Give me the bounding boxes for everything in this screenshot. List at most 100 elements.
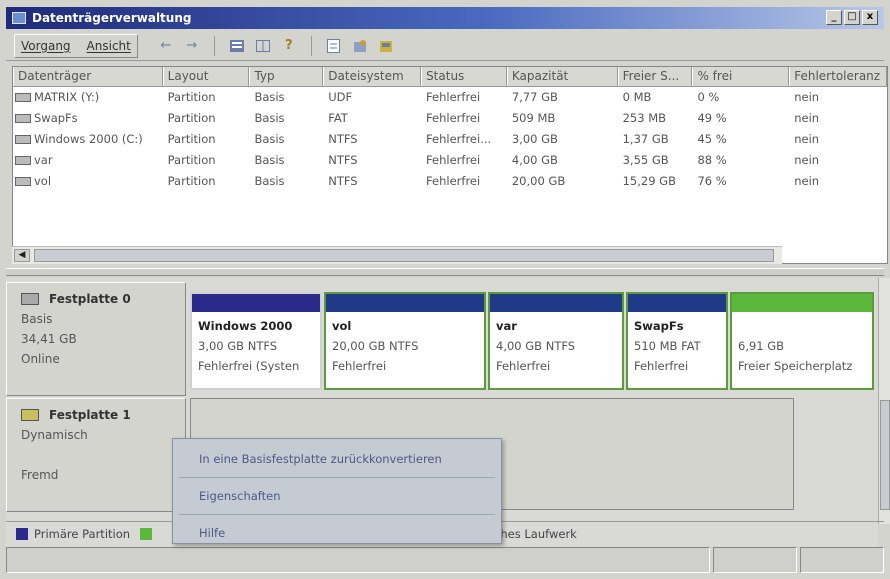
primary-partition-swatch bbox=[16, 527, 28, 540]
col-header[interactable]: Datenträger bbox=[13, 67, 163, 86]
volume-color-bar bbox=[732, 294, 872, 312]
status-bar bbox=[6, 547, 884, 575]
cell-text: 3,00 GB bbox=[511, 132, 558, 146]
disk1-name: Festplatte 1 bbox=[49, 408, 131, 422]
drive-icon bbox=[15, 177, 31, 186]
settings-icon[interactable] bbox=[352, 39, 368, 53]
properties-icon[interactable] bbox=[326, 38, 342, 53]
table-cell: SwapFs bbox=[13, 108, 163, 129]
col-header[interactable]: Status bbox=[421, 67, 507, 86]
table-cell: 3,00 GB bbox=[507, 129, 618, 150]
table-cell: NTFS bbox=[323, 129, 421, 150]
volume-size: 6,91 GB bbox=[738, 339, 785, 353]
volume-status: Fehlerfrei bbox=[496, 359, 551, 373]
legend-primary: Primäre Partition bbox=[34, 526, 131, 541]
cell-text: MATRIX (Y:) bbox=[34, 90, 100, 104]
disk0-name: Festplatte 0 bbox=[49, 292, 131, 306]
window-title: Datenträgerverwaltung bbox=[32, 11, 192, 25]
table-cell: Basis bbox=[249, 129, 323, 150]
table-row[interactable]: Windows 2000 (C:) Partition Basis NTFS Fehle… bbox=[13, 129, 887, 150]
disk1-state: Fremd bbox=[21, 468, 59, 482]
table-cell: var bbox=[13, 150, 163, 171]
view-list-icon[interactable] bbox=[229, 39, 245, 53]
help-icon[interactable]: ? bbox=[281, 38, 297, 53]
table-row[interactable]: SwapFs Partition Basis FAT Fehlerfrei 509 MB 2… bbox=[13, 108, 887, 129]
close-button[interactable]: x bbox=[862, 10, 878, 25]
cell-text: SwapFs bbox=[34, 111, 78, 125]
maximize-button[interactable]: □ bbox=[844, 10, 860, 25]
context-menu: In eine Basisfestplatte zurückkonvertier… bbox=[172, 438, 502, 544]
menu-ansicht[interactable]: Ansicht bbox=[87, 39, 131, 53]
col-header[interactable]: Dateisystem bbox=[323, 67, 422, 86]
status-pane bbox=[800, 547, 884, 573]
cell-text: NTFS bbox=[328, 132, 358, 146]
cell-text: Partition bbox=[167, 90, 216, 104]
disk0-header[interactable]: Festplatte 0 Basis 34,41 GB Online bbox=[6, 282, 186, 396]
cell-text: Fehlerfrei bbox=[426, 90, 481, 104]
window-controls: _ □ x bbox=[826, 10, 878, 25]
cell-text: 3,55 GB bbox=[622, 153, 669, 167]
col-header[interactable]: Fehlertoleranz bbox=[789, 67, 887, 86]
cell-text: NTFS bbox=[328, 174, 358, 188]
col-header[interactable]: % frei bbox=[692, 67, 790, 86]
table-cell: 15,29 GB bbox=[618, 171, 693, 192]
back-arrow-icon[interactable]: ← bbox=[158, 38, 174, 53]
menu-item-convert-basic[interactable]: In eine Basisfestplatte zurückkonvertier… bbox=[173, 445, 501, 473]
horizontal-scrollbar[interactable]: ◀ bbox=[12, 246, 782, 264]
volume-list: Datenträger Layout Typ Dateisystem Statu… bbox=[12, 66, 888, 264]
col-header[interactable]: Typ bbox=[249, 67, 324, 86]
drive-icon bbox=[15, 156, 31, 165]
forward-arrow-icon[interactable]: → bbox=[184, 38, 200, 53]
disk1-header[interactable]: Festplatte 1 Dynamisch Fremd bbox=[6, 398, 186, 512]
table-body: MATRIX (Y:) Partition Basis UDF Fehlerfrei 7,… bbox=[13, 87, 887, 192]
table-cell: 3,55 GB bbox=[618, 150, 693, 171]
table-cell: 88 % bbox=[692, 150, 789, 171]
table-row[interactable]: vol Partition Basis NTFS Fehlerfrei 20,00 GB 1… bbox=[13, 171, 887, 192]
table-row[interactable]: MATRIX (Y:) Partition Basis UDF Fehlerfrei 7,… bbox=[13, 87, 887, 108]
cell-text: Basis bbox=[254, 153, 285, 167]
table-cell: 7,77 GB bbox=[507, 87, 618, 108]
minimize-button[interactable]: _ bbox=[826, 10, 842, 25]
volume-info: 6,91 GB Freier Speicherplatz bbox=[732, 312, 872, 376]
disk1-name-row: Festplatte 1 bbox=[21, 405, 185, 425]
volume-free-space[interactable]: 6,91 GB Freier Speicherplatz bbox=[730, 292, 874, 390]
volume-color-bar bbox=[326, 294, 484, 312]
vertical-scrollbar[interactable] bbox=[878, 278, 890, 524]
menu-item-properties[interactable]: Eigenschaften bbox=[173, 482, 501, 510]
cell-text: Fehlerfrei bbox=[426, 153, 481, 167]
vscroll-thumb[interactable] bbox=[880, 400, 890, 510]
scroll-left-icon[interactable]: ◀ bbox=[14, 249, 30, 262]
menu-vorgang[interactable]: Vorgang bbox=[21, 39, 71, 53]
cell-text: UDF bbox=[328, 90, 353, 104]
view-grid-icon[interactable] bbox=[255, 39, 271, 53]
table-cell: Partition bbox=[163, 87, 250, 108]
volume-vol[interactable]: vol 20,00 GB NTFS Fehlerfrei bbox=[324, 292, 486, 390]
volume-color-bar bbox=[628, 294, 726, 312]
volume-var[interactable]: var 4,00 GB NTFS Fehlerfrei bbox=[488, 292, 624, 390]
table-cell: Basis bbox=[249, 150, 323, 171]
table-row[interactable]: var Partition Basis NTFS Fehlerfrei 4,00 GB 3,… bbox=[13, 150, 887, 171]
cell-text: Basis bbox=[254, 111, 285, 125]
menu-separator bbox=[179, 514, 495, 515]
pane-splitter[interactable] bbox=[6, 268, 884, 276]
table-cell: 76 % bbox=[692, 171, 789, 192]
cell-text: nein bbox=[794, 153, 820, 167]
scroll-thumb[interactable] bbox=[34, 249, 774, 262]
volume-name: var bbox=[496, 319, 517, 333]
col-header[interactable]: Freier S... bbox=[617, 67, 693, 86]
volume-color-bar bbox=[192, 294, 320, 312]
status-pane bbox=[6, 547, 710, 573]
volume-windows2000[interactable]: Windows 2000 3,00 GB NTFS Fehlerfrei (Sy… bbox=[190, 292, 322, 390]
cell-text: 45 % bbox=[697, 132, 727, 146]
table-cell: Fehlerfrei bbox=[421, 87, 507, 108]
menu-item-help[interactable]: Hilfe bbox=[173, 519, 501, 547]
disk-icon[interactable] bbox=[378, 39, 394, 53]
volume-size: 510 MB FAT bbox=[634, 339, 701, 353]
col-header[interactable]: Kapazität bbox=[506, 67, 618, 86]
table-cell: NTFS bbox=[323, 150, 421, 171]
cell-text: Partition bbox=[167, 153, 216, 167]
volume-swapfs[interactable]: SwapFs 510 MB FAT Fehlerfrei bbox=[626, 292, 728, 390]
col-header[interactable]: Layout bbox=[162, 67, 250, 86]
toolbar-separator bbox=[310, 35, 312, 56]
